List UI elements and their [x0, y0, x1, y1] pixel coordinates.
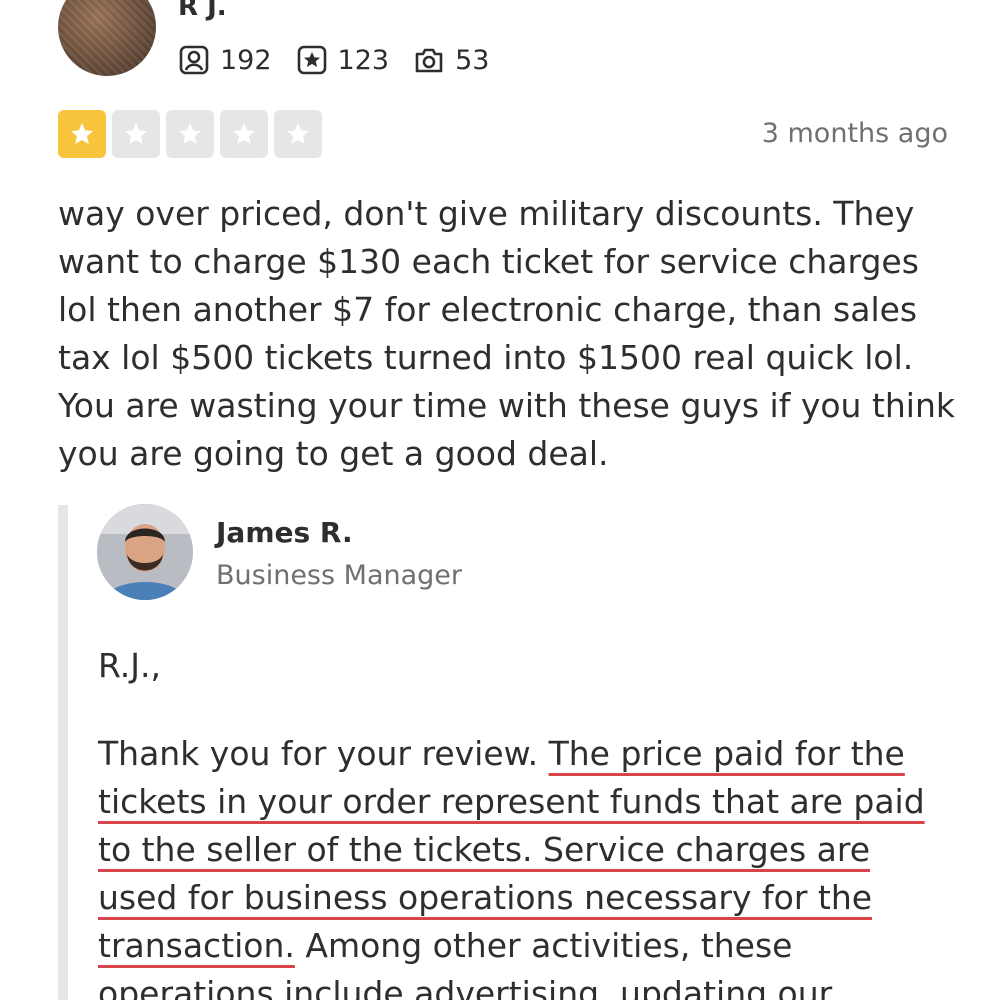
reviewer-name[interactable]: R J. [178, 0, 227, 22]
star-rating [58, 110, 328, 158]
star-icon [71, 123, 93, 144]
star-empty [274, 110, 322, 158]
star-empty [166, 110, 214, 158]
star-icon [233, 123, 255, 144]
camera-icon [415, 48, 443, 73]
review-date: 3 months ago [761, 118, 948, 149]
owner-avatar[interactable] [97, 504, 193, 600]
star-icon [287, 123, 309, 144]
star-filled [58, 110, 106, 158]
photo-count-value: 123 [337, 44, 390, 76]
reviewer-avatar[interactable] [58, 0, 156, 76]
reviewer-stats: 192 123 53 [178, 42, 513, 78]
star-icon [179, 123, 201, 144]
reply-body: Thank you for your review. The price pai… [98, 730, 948, 1000]
owner-role: Business Manager [216, 560, 462, 591]
star-empty [112, 110, 160, 158]
friend-count: 53 [413, 44, 489, 76]
star-icon [125, 123, 147, 144]
reply-divider [58, 505, 68, 1000]
star-badge-icon [297, 45, 326, 75]
review-count: 192 [178, 44, 272, 76]
reply-intro: Thank you for your review. [98, 734, 549, 773]
reply-greeting: R.J., [98, 646, 161, 685]
owner-avatar-image [97, 504, 193, 600]
star-empty [220, 110, 268, 158]
review-text: way over priced, don't give military dis… [58, 194, 955, 473]
review-page: R J. 192 123 53 3 months ago way over pr… [0, 0, 1000, 1000]
owner-name[interactable]: James R. [216, 516, 353, 549]
friend-count-value: 53 [455, 44, 490, 76]
review-icon [179, 45, 209, 75]
photo-count: 123 [296, 44, 390, 76]
review-count-value: 192 [220, 44, 272, 76]
